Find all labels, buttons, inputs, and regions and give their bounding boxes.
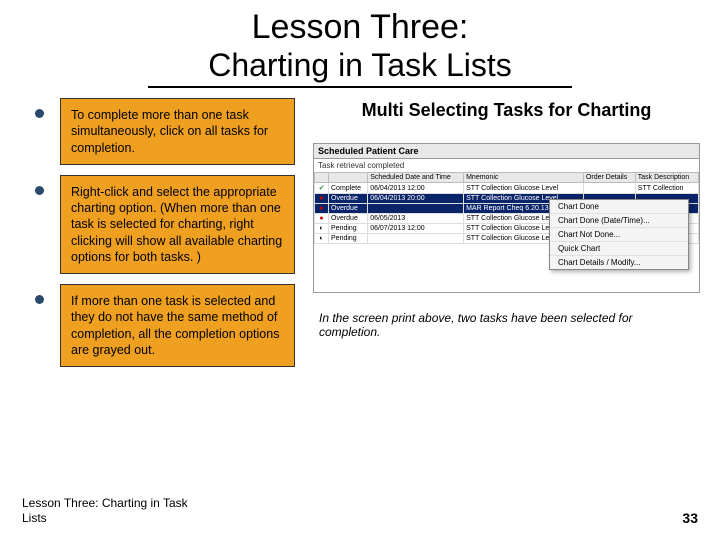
- context-menu-item[interactable]: Chart Done (Date/Time)...: [550, 214, 688, 228]
- right-column: Multi Selecting Tasks for Charting Sched…: [295, 98, 700, 377]
- right-heading: Multi Selecting Tasks for Charting: [313, 100, 700, 121]
- embedded-screenshot: Scheduled Patient Care Task retrieval co…: [313, 143, 700, 293]
- table-row[interactable]: ✓Complete06/04/2013 12:00STT Collection …: [315, 183, 699, 194]
- panel-title: Scheduled Patient Care: [314, 144, 699, 159]
- context-menu-item[interactable]: Chart Not Done...: [550, 228, 688, 242]
- table-header: Order Details: [583, 173, 635, 183]
- filter-text: Task retrieval completed: [314, 159, 699, 172]
- slide-title-block: Lesson Three: Charting in Task Lists: [0, 0, 720, 88]
- context-menu-item[interactable]: Quick Chart: [550, 242, 688, 256]
- context-menu: Chart DoneChart Done (Date/Time)...Chart…: [549, 199, 689, 270]
- screenshot-caption: In the screen print above, two tasks hav…: [313, 311, 700, 339]
- table-header: Mnemonic: [464, 173, 584, 183]
- table-header: [329, 173, 368, 183]
- bullet-item: Right-click and select the appropriate c…: [60, 175, 295, 274]
- footer-left: Lesson Three: Charting in Task Lists: [22, 496, 192, 526]
- table-header: [315, 173, 329, 183]
- bullet-item: To complete more than one task simultane…: [60, 98, 295, 165]
- content-area: To complete more than one task simultane…: [0, 88, 720, 377]
- title-sub: Charting in Task Lists: [148, 47, 572, 88]
- context-menu-item[interactable]: Chart Done: [550, 200, 688, 214]
- page-number: 33: [682, 510, 698, 526]
- table-header: Scheduled Date and Time: [368, 173, 464, 183]
- left-column: To complete more than one task simultane…: [60, 98, 295, 377]
- context-menu-item[interactable]: Chart Details / Modify...: [550, 256, 688, 269]
- table-header: Task Description: [635, 173, 698, 183]
- title-main: Lesson Three:: [0, 8, 720, 47]
- bullet-item: If more than one task is selected and th…: [60, 284, 295, 367]
